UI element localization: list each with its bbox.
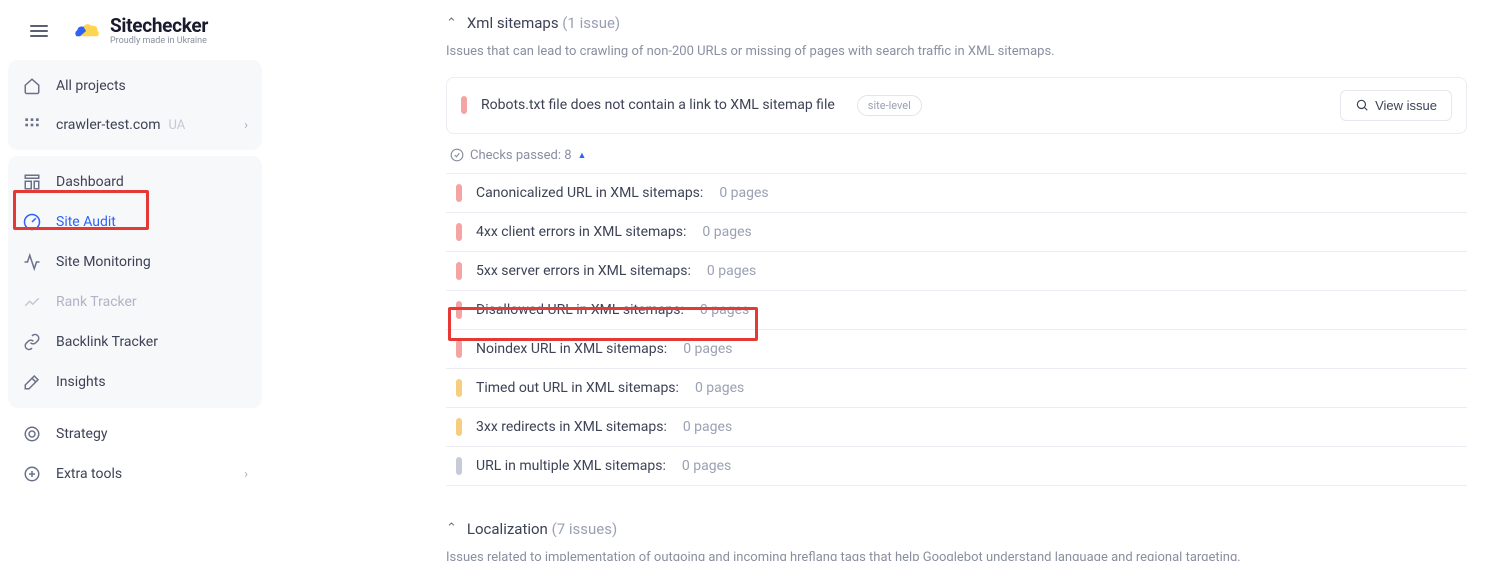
check-label: Timed out URL in XML sitemaps:: [476, 380, 679, 396]
section-description: Issues related to implementation of outg…: [446, 548, 1467, 561]
link-icon: [22, 333, 42, 351]
brand-logo[interactable]: Sitechecker Proudly made in Ukraine: [72, 16, 208, 46]
section-header-xml-sitemaps[interactable]: ⌃ Xml sitemaps (1 issue): [446, 8, 1467, 36]
check-row[interactable]: Noindex URL in XML sitemaps: 0 pages: [446, 330, 1467, 369]
page-count: 0 pages: [683, 419, 732, 435]
check-row[interactable]: 5xx server errors in XML sitemaps: 0 page…: [446, 252, 1467, 291]
target-icon: [22, 425, 42, 443]
triangle-up-icon: ▲: [578, 150, 587, 161]
section-header-localization[interactable]: ⌃ Localization (7 issues): [446, 514, 1467, 542]
severity-pill: [456, 457, 462, 475]
check-row[interactable]: Canonicalized URL in XML sitemaps: 0 page…: [446, 174, 1467, 213]
activity-icon: [22, 253, 42, 271]
trend-icon: [22, 293, 42, 311]
checks-passed-toggle[interactable]: Checks passed: 8 ▲: [450, 148, 1467, 163]
issue-text: Robots.txt file does not contain a link …: [481, 97, 835, 113]
brand-name: Sitechecker: [110, 16, 208, 35]
sidebar-item-dashboard[interactable]: Dashboard: [8, 162, 262, 202]
sidebar-item-label: Dashboard: [56, 174, 124, 190]
page-count: 0 pages: [682, 458, 731, 474]
sidebar-item-label: All projects: [56, 78, 126, 94]
sidebar-item-extra-tools[interactable]: Extra tools ›: [8, 454, 262, 494]
severity-pill: [456, 262, 462, 280]
severity-pill: [456, 379, 462, 397]
project-suffix: UA: [168, 118, 185, 133]
severity-pill: [456, 418, 462, 436]
check-label: Noindex URL in XML sitemaps:: [476, 341, 667, 357]
check-circle-icon: [450, 148, 464, 162]
sidebar-item-label: Insights: [56, 374, 106, 390]
page-count: 0 pages: [707, 263, 756, 279]
chevron-up-icon: ⌃: [446, 16, 457, 31]
sidebar-item-label: Strategy: [56, 426, 107, 442]
view-issue-label: View issue: [1375, 98, 1437, 113]
page-count: 0 pages: [719, 185, 768, 201]
sidebar-item-label: Site Monitoring: [56, 254, 151, 270]
project-name: crawler-test.com: [56, 117, 160, 133]
sidebar-item-strategy[interactable]: Strategy: [8, 414, 262, 454]
logo-icon: [72, 20, 102, 42]
sidebar-item-label: Site Audit: [56, 214, 116, 230]
section-title: Localization: [467, 520, 548, 538]
page-count: 0 pages: [683, 341, 732, 357]
check-row[interactable]: 4xx client errors in XML sitemaps: 0 page…: [446, 213, 1467, 252]
severity-pill: [456, 301, 462, 319]
check-label: 5xx server errors in XML sitemaps:: [476, 263, 691, 279]
page-count: 0 pages: [695, 380, 744, 396]
sidebar-item-insights[interactable]: Insights: [8, 362, 262, 402]
check-row[interactable]: 3xx redirects in XML sitemaps: 0 pages: [446, 408, 1467, 447]
check-label: URL in multiple XML sitemaps:: [476, 458, 666, 474]
check-row[interactable]: URL in multiple XML sitemaps: 0 pages: [446, 447, 1467, 486]
sidebar-item-backlink-tracker[interactable]: Backlink Tracker: [8, 322, 262, 362]
sidebar-item-label: Extra tools: [56, 466, 122, 482]
search-icon: [1355, 98, 1369, 112]
scope-badge: site-level: [857, 95, 922, 116]
sidebar-item-label: Rank Tracker: [56, 294, 137, 310]
section-description: Issues that can lead to crawling of non-…: [446, 42, 1467, 63]
check-row[interactable]: Disallowed URL in XML sitemaps: 0 pages: [446, 291, 1467, 330]
checks-passed-label: Checks passed: 8: [470, 148, 572, 163]
check-label: Disallowed URL in XML sitemaps:: [476, 302, 684, 318]
page-count: 0 pages: [700, 302, 749, 318]
magic-icon: [22, 373, 42, 391]
sidebar-project[interactable]: crawler-test.com UA ›: [8, 106, 262, 144]
grid-icon: [22, 117, 42, 133]
issue-count: (7 issues): [552, 520, 618, 538]
menu-icon[interactable]: [24, 19, 54, 43]
issue-card[interactable]: Robots.txt file does not contain a link …: [446, 77, 1467, 134]
plus-circle-icon: [22, 465, 42, 483]
sidebar-item-label: Backlink Tracker: [56, 334, 158, 350]
dashboard-icon: [22, 173, 42, 191]
brand-tagline: Proudly made in Ukraine: [110, 37, 208, 46]
severity-pill: [456, 223, 462, 241]
section-title: Xml sitemaps: [467, 14, 559, 32]
view-issue-button[interactable]: View issue: [1340, 90, 1452, 121]
severity-pill: [456, 340, 462, 358]
check-label: 4xx client errors in XML sitemaps:: [476, 224, 686, 240]
severity-pill: [461, 96, 467, 114]
check-label: 3xx redirects in XML sitemaps:: [476, 419, 667, 435]
gauge-icon: [22, 213, 42, 231]
severity-pill: [456, 184, 462, 202]
page-count: 0 pages: [702, 224, 751, 240]
check-row[interactable]: Timed out URL in XML sitemaps: 0 pages: [446, 369, 1467, 408]
chevron-right-icon: ›: [244, 118, 248, 133]
chevron-right-icon: ›: [244, 467, 248, 482]
sidebar-all-projects[interactable]: All projects: [8, 66, 262, 106]
home-icon: [22, 77, 42, 95]
check-label: Canonicalized URL in XML sitemaps:: [476, 185, 703, 201]
chevron-up-icon: ⌃: [446, 521, 457, 536]
sidebar-item-rank-tracker[interactable]: Rank Tracker: [8, 282, 262, 322]
issue-count: (1 issue): [562, 14, 620, 32]
sidebar-item-site-monitoring[interactable]: Site Monitoring: [8, 242, 262, 282]
sidebar-item-site-audit[interactable]: Site Audit: [8, 202, 262, 242]
